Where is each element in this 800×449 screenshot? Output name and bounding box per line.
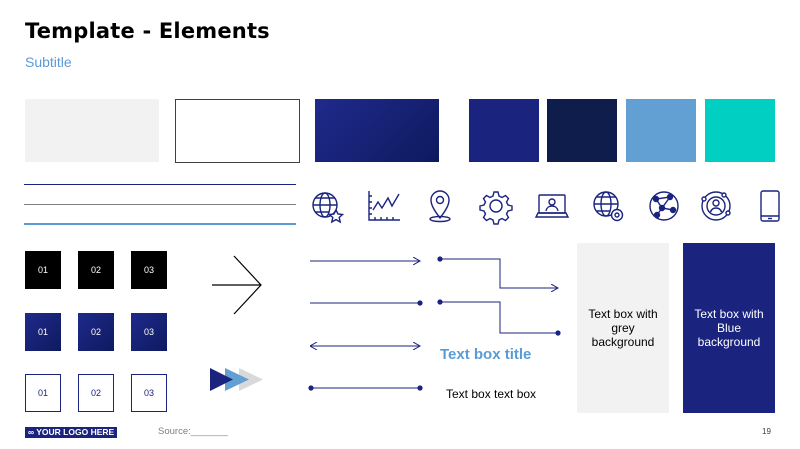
number-box-black-02: 02 [78, 251, 114, 289]
page-title: Template - Elements [25, 19, 270, 43]
line-dark-blue [24, 184, 296, 185]
globe-star-icon [309, 188, 345, 224]
grey-background-text-box: Text box with grey background [577, 243, 669, 413]
number-box-blue-03: 03 [131, 313, 167, 351]
network-globe-icon [646, 188, 682, 224]
location-pin-icon [422, 188, 458, 224]
source-note: Source:_______ [158, 426, 228, 437]
line-light-blue [24, 223, 296, 225]
number-box-blue-01: 01 [25, 313, 61, 351]
text-box-text: Text box text box [446, 387, 537, 401]
user-orbit-icon [698, 188, 734, 224]
globe-gear-icon [590, 188, 626, 224]
text-box-title: Text box title [440, 346, 532, 363]
gear-icon [478, 188, 514, 225]
smartphone-icon [752, 188, 788, 224]
grey-box-text: Text box with grey background [588, 307, 658, 349]
page-number: 19 [762, 427, 771, 436]
chevron-right-arrow [212, 255, 262, 315]
connector-arrows [308, 256, 561, 391]
laptop-user-icon [534, 188, 570, 224]
swatch-gradient-blue [315, 99, 439, 162]
number-box-outline-01: 01 [25, 374, 61, 412]
number-box-outline-02: 02 [78, 374, 114, 412]
triple-arrow-icon [210, 368, 263, 391]
blue-background-text-box: Text box with Blue background [683, 243, 775, 413]
number-box-outline-03: 03 [131, 374, 167, 412]
number-box-blue-02: 02 [78, 313, 114, 351]
swatch-light-grey [25, 99, 159, 162]
line-grey [24, 204, 296, 205]
number-box-black-03: 03 [131, 251, 167, 289]
swatch-light-blue [626, 99, 696, 162]
line-chart-icon [366, 188, 402, 224]
swatch-teal [705, 99, 775, 162]
page-subtitle: Subtitle [25, 54, 72, 70]
number-box-black-01: 01 [25, 251, 61, 289]
swatch-navy [547, 99, 617, 162]
logo-placeholder: ∞ YOUR LOGO HERE [25, 427, 118, 438]
swatch-white-outline [175, 99, 300, 163]
blue-box-text: Text box with Blue background [694, 307, 764, 349]
swatch-dark-blue [469, 99, 539, 162]
